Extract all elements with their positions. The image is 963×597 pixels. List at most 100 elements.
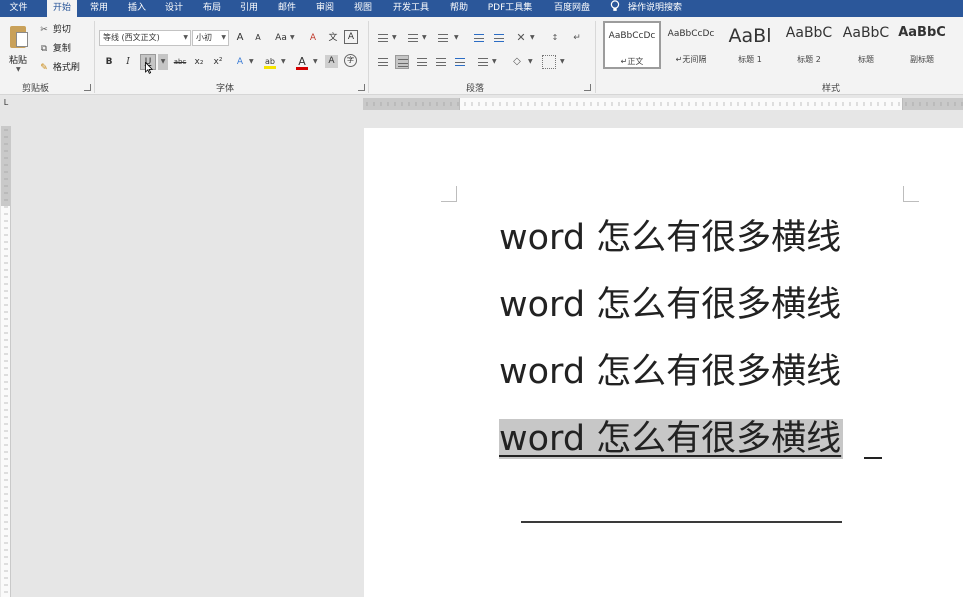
- tab-6[interactable]: 布局: [198, 0, 226, 17]
- shrink-font-button[interactable]: A: [250, 30, 266, 46]
- bullets-button[interactable]: [376, 31, 390, 45]
- tab-13[interactable]: PDF工具集: [482, 0, 538, 17]
- document-line[interactable]: word 怎么有很多横线: [499, 285, 841, 325]
- tab-7[interactable]: 引用: [235, 0, 263, 17]
- align-left-button[interactable]: [376, 55, 390, 69]
- text-effects-button[interactable]: A: [232, 54, 248, 70]
- font-size-value: 小初: [196, 33, 212, 42]
- style-card-7[interactable]: AaBl 不: [951, 21, 963, 69]
- style-card-3[interactable]: AaBl 标题 1: [721, 21, 779, 69]
- tab-4[interactable]: 插入: [123, 0, 151, 17]
- tab-11[interactable]: 开发工具: [386, 0, 436, 17]
- tab-1[interactable]: 文件: [4, 0, 33, 17]
- tell-me-search[interactable]: 操作说明搜索: [610, 0, 682, 17]
- chevron-down-icon: ▼: [392, 34, 397, 41]
- document-line[interactable]: word 怎么有很多横线: [499, 419, 844, 459]
- tab-12[interactable]: 帮助: [444, 0, 474, 17]
- show-marks-button[interactable]: ↵: [570, 31, 584, 45]
- paragraph-launcher-icon[interactable]: [584, 84, 591, 91]
- ruler-ticks: [366, 102, 963, 106]
- change-case-button[interactable]: Aa: [272, 30, 290, 46]
- grow-font-button[interactable]: A: [232, 30, 248, 46]
- phonetic-guide-button[interactable]: 文: [325, 30, 341, 46]
- underline-dropdown[interactable]: ▼: [158, 54, 168, 70]
- horizontal-ruler[interactable]: [363, 98, 963, 110]
- subscript-icon: x₂: [194, 57, 204, 67]
- align-center-button[interactable]: [395, 55, 409, 69]
- strikethrough-button[interactable]: abc: [172, 54, 188, 70]
- style-card-5[interactable]: AaBbC 标题: [837, 21, 895, 69]
- tab-5[interactable]: 设计: [160, 0, 188, 17]
- tab-2[interactable]: 开始: [47, 0, 77, 17]
- justify-button[interactable]: [434, 55, 448, 69]
- tab-14[interactable]: 百度网盘: [548, 0, 596, 17]
- margin-corner-mark: [903, 186, 919, 202]
- format-painter-label: 格式刷: [52, 63, 80, 73]
- sort-button[interactable]: ↕: [548, 31, 562, 45]
- superscript-button[interactable]: x²: [210, 54, 226, 70]
- style-sample: AaBl: [728, 25, 772, 47]
- cut-button[interactable]: ✂ 剪切: [38, 23, 71, 37]
- enclose-characters-button[interactable]: 字: [344, 54, 357, 67]
- style-card-4[interactable]: AaBbC 标题 2: [780, 21, 838, 69]
- grow-font-icon: A: [236, 32, 244, 43]
- strikethrough-icon: abc: [173, 58, 187, 66]
- clear-formatting-button[interactable]: A: [305, 30, 321, 46]
- distributed-button[interactable]: [453, 55, 467, 69]
- style-card-6[interactable]: AaBbC 副标题: [893, 21, 951, 69]
- style-name: 副标题: [893, 54, 951, 65]
- shading-button[interactable]: ◇: [510, 55, 524, 69]
- style-name-text: 标题 2: [797, 55, 821, 64]
- style-name-text: 无间隔: [682, 55, 707, 64]
- clipboard-launcher-icon[interactable]: [84, 84, 91, 91]
- multilevel-list-icon: [438, 34, 448, 42]
- align-center-icon: [398, 59, 408, 67]
- paste-label: 粘贴: [8, 56, 27, 66]
- character-shading-button[interactable]: A: [325, 55, 338, 68]
- chevron-down-icon: ▼: [313, 58, 318, 65]
- style-card-2[interactable]: AaBbCcDc ↵无间隔: [662, 21, 720, 69]
- line-spacing-button[interactable]: [476, 55, 490, 69]
- bold-button[interactable]: B: [101, 54, 117, 70]
- tab-9[interactable]: 审阅: [310, 0, 340, 17]
- scissors-icon: ✂: [40, 25, 48, 35]
- font-family-select[interactable]: 等线 (西文正文) ▼: [99, 30, 191, 46]
- chevron-down-icon: ▼: [454, 34, 459, 41]
- vertical-ruler[interactable]: [1, 126, 11, 597]
- paste-button[interactable]: 粘贴 ▼: [4, 23, 32, 73]
- document-page[interactable]: word 怎么有很多横线 word 怎么有很多横线 word 怎么有很多横线 word…: [364, 128, 963, 597]
- font-color-button[interactable]: A: [294, 54, 310, 70]
- character-border-button[interactable]: A: [344, 30, 358, 44]
- font-size-select[interactable]: 小初 ▼: [192, 30, 229, 46]
- style-card-1[interactable]: AaBbCcDc ↵正文: [603, 21, 661, 69]
- document-line[interactable]: word 怎么有很多横线: [499, 218, 841, 258]
- group-divider: [368, 21, 369, 93]
- copy-button[interactable]: ⧉ 复制: [38, 42, 71, 56]
- tab-8[interactable]: 邮件: [272, 0, 302, 17]
- format-painter-button[interactable]: ✎ 格式刷: [38, 61, 80, 75]
- document-line[interactable]: word 怎么有很多横线: [499, 352, 841, 392]
- paint-bucket-icon: ◇: [513, 56, 521, 67]
- style-name: 不: [951, 54, 963, 65]
- borders-button[interactable]: [542, 55, 556, 69]
- tab-selector[interactable]: L: [0, 96, 12, 110]
- decrease-indent-button[interactable]: [472, 31, 486, 45]
- italic-button[interactable]: I: [120, 54, 136, 70]
- highlight-button[interactable]: ab: [262, 54, 278, 70]
- font-launcher-icon[interactable]: [358, 84, 365, 91]
- tab-3[interactable]: 常用: [86, 0, 112, 17]
- numbering-button[interactable]: [406, 31, 420, 45]
- align-right-button[interactable]: [415, 55, 429, 69]
- bold-icon: B: [105, 57, 113, 67]
- style-sample: AaBbCcDc: [667, 29, 715, 39]
- paintbrush-icon: ✎: [40, 63, 48, 73]
- chinese-layout-button[interactable]: ✕: [514, 31, 528, 45]
- subscript-button[interactable]: x₂: [191, 54, 207, 70]
- chevron-down-icon: ▼: [530, 34, 535, 41]
- increase-indent-button[interactable]: [492, 31, 506, 45]
- line-spacing-icon: [478, 58, 488, 66]
- multilevel-list-button[interactable]: [436, 31, 450, 45]
- numbering-icon: [408, 34, 418, 42]
- chinese-layout-icon: ✕: [516, 31, 526, 44]
- tab-10[interactable]: 视图: [349, 0, 377, 17]
